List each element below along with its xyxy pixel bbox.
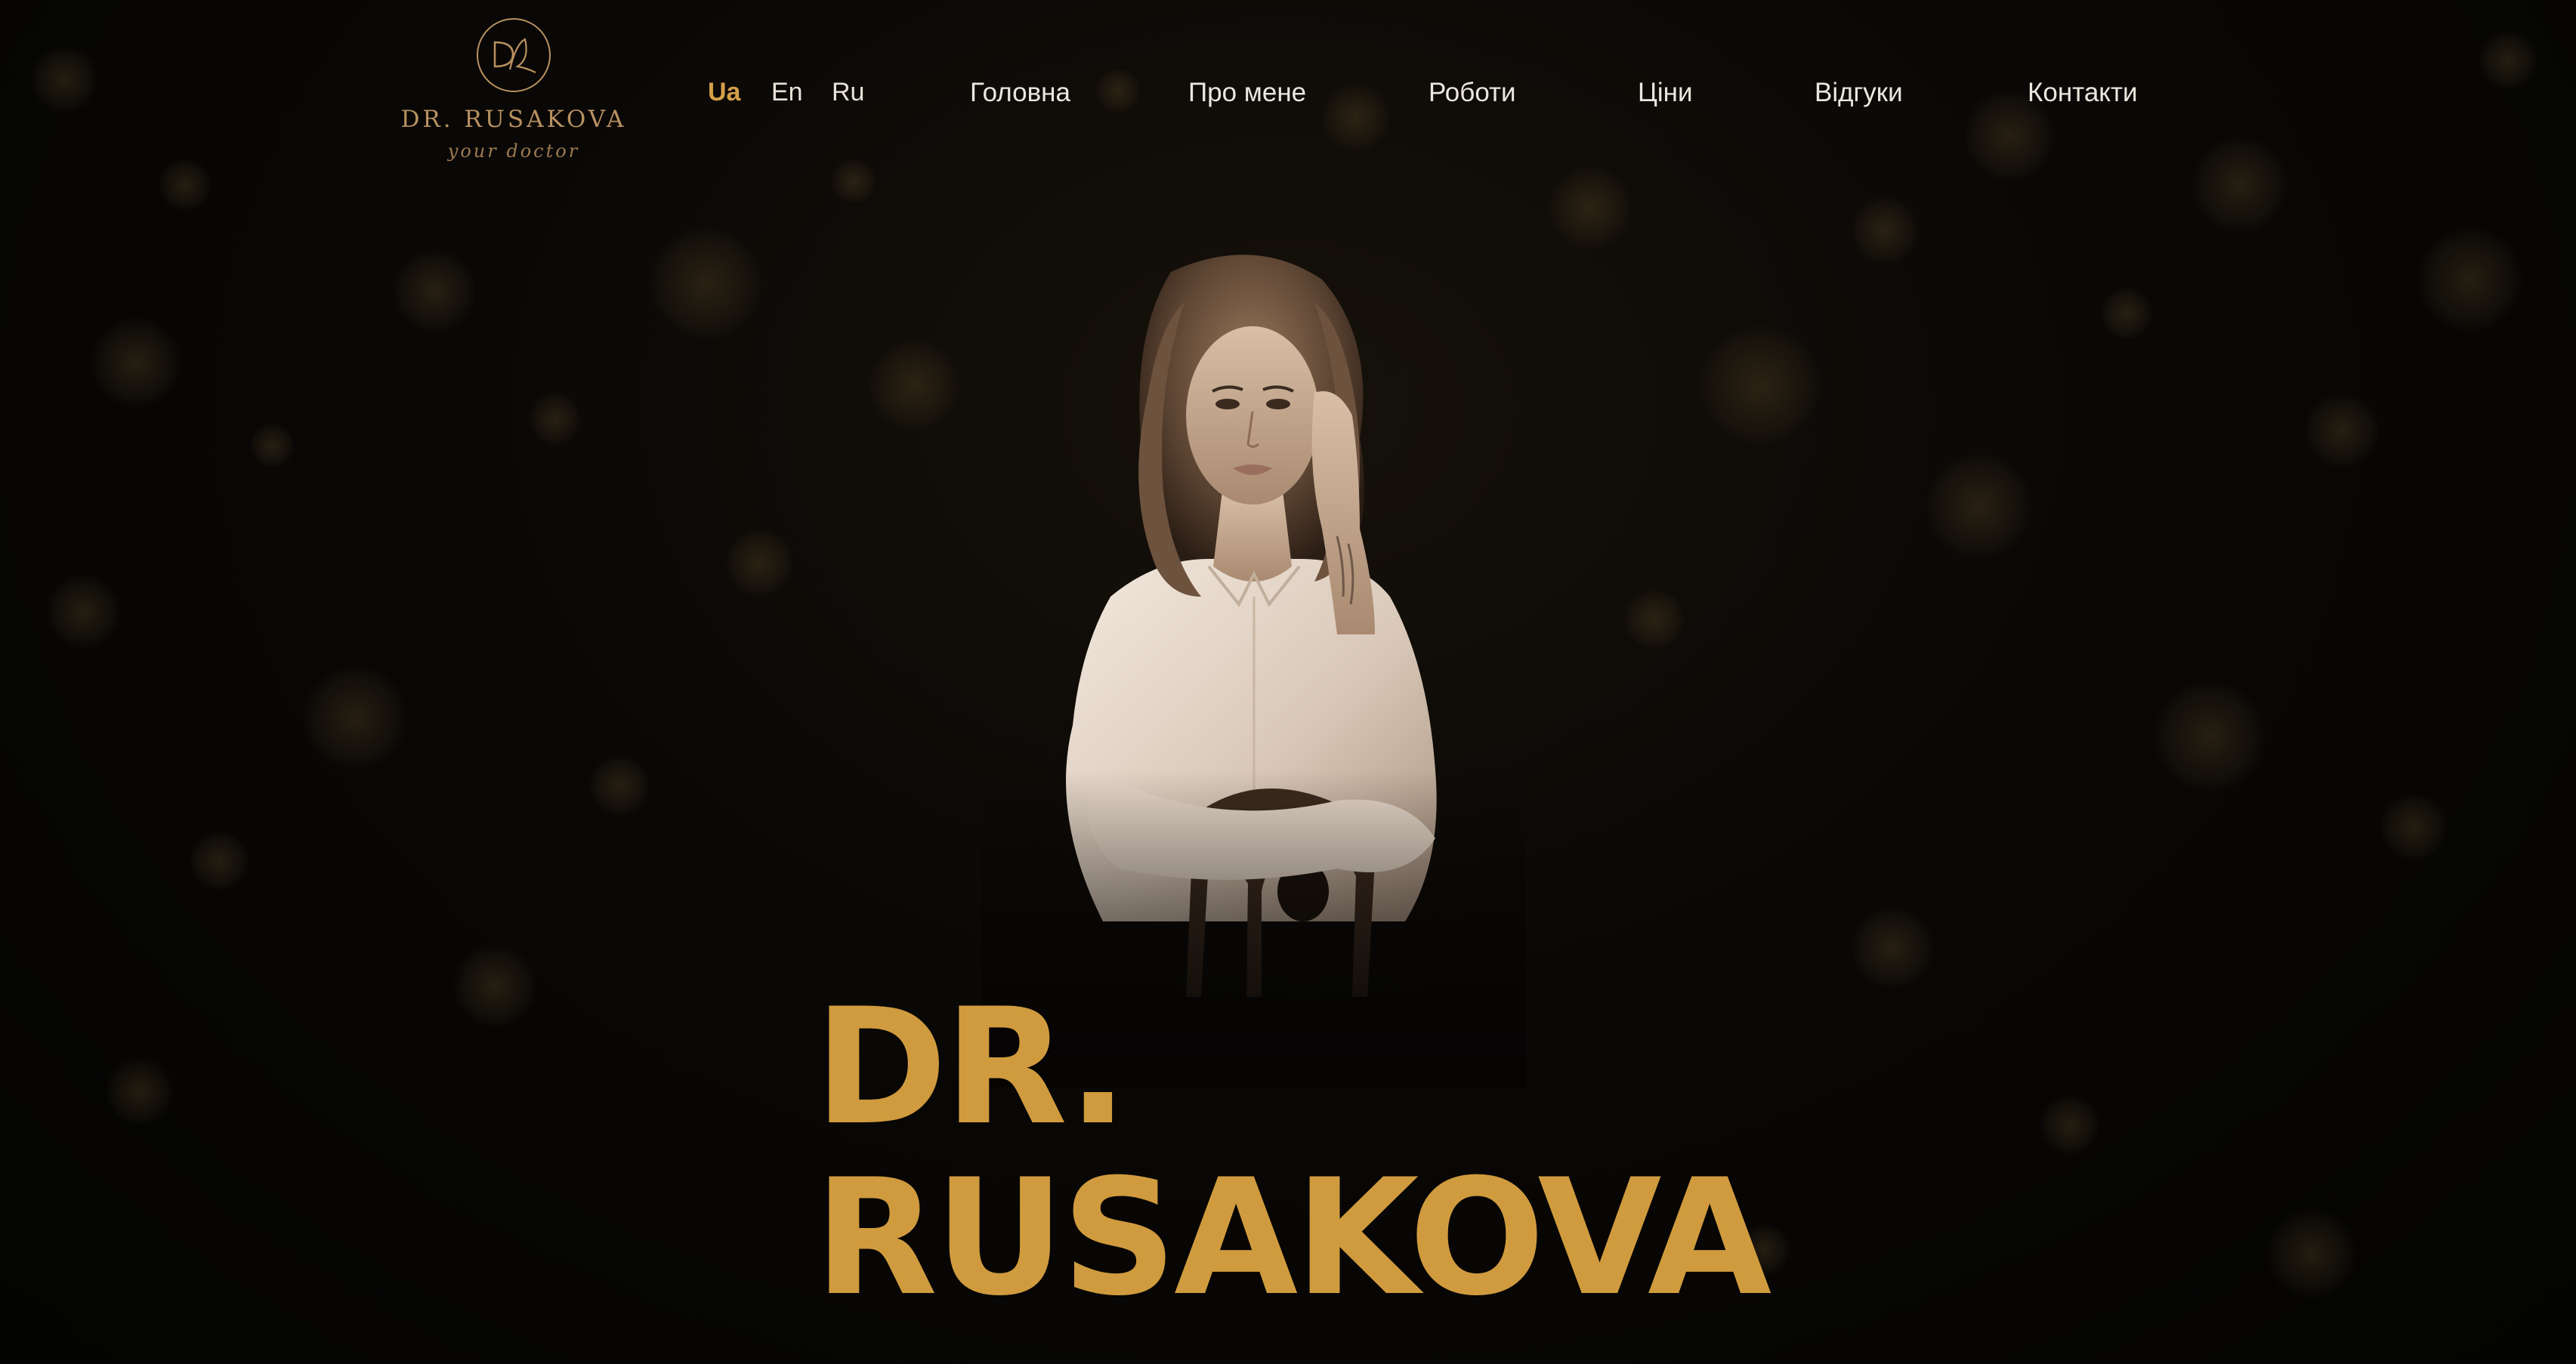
- brand-logo[interactable]: DR DR. RUSAKOVA your doctor: [400, 14, 627, 176]
- nav-prices[interactable]: Ціни: [1638, 78, 1693, 108]
- portrait-photo: [982, 255, 1526, 1088]
- hero-title-line2: RUSAKOVA: [814, 1144, 1771, 1331]
- nav-works[interactable]: Роботи: [1429, 78, 1516, 108]
- nav-contacts[interactable]: Контакти: [2028, 78, 2138, 108]
- logo-title: DR. RUSAKOVA: [400, 106, 627, 133]
- hero-title-line1: DR.: [814, 974, 1129, 1160]
- svg-text:DR: DR: [514, 67, 515, 69]
- logo-tagline: your doctor: [447, 140, 580, 162]
- nav-home[interactable]: Головна: [970, 78, 1070, 108]
- monogram-icon: DR: [477, 18, 551, 92]
- language-ru[interactable]: Ru: [832, 78, 864, 107]
- language-ua[interactable]: Ua: [708, 78, 740, 107]
- language-en[interactable]: En: [771, 78, 803, 107]
- nav-reviews[interactable]: Відгуки: [1815, 78, 1903, 108]
- hero-title: DR. RUSAKOVA: [814, 974, 1771, 1331]
- nav-about[interactable]: Про мене: [1188, 78, 1306, 108]
- landing-page: DR DR. RUSAKOVA your doctor Ua En Ru Гол…: [0, 0, 2576, 1364]
